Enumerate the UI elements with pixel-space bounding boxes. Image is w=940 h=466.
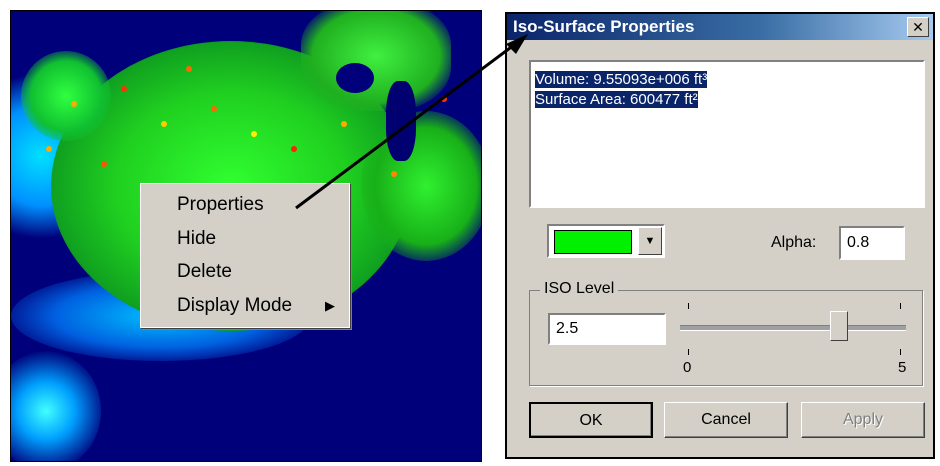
iso-surface-left [21, 51, 111, 141]
slider-tick [688, 303, 689, 309]
color-swatch [554, 230, 632, 254]
iso-level-input[interactable]: 2.5 [548, 313, 666, 345]
iso-surface-top [301, 11, 451, 111]
slider-tick [688, 349, 689, 355]
marker-dot [291, 146, 297, 152]
marker-dot [341, 121, 347, 127]
marker-dot [251, 131, 257, 137]
slider-min-label: 0 [683, 359, 692, 376]
submenu-arrow-icon: ▶ [325, 298, 335, 313]
info-volume: Volume: 9.55093e+006 ft³ [535, 71, 708, 88]
alpha-label: Alpha: [771, 234, 817, 251]
marker-dot [211, 106, 217, 112]
marker-dot [161, 121, 167, 127]
menu-item-hide[interactable]: Hide [177, 224, 347, 254]
iso-surface-right [361, 111, 481, 261]
slider-tick [900, 349, 901, 355]
iso-surface-dialog: Iso-Surface Properties ✕ Volume: 9.55093… [505, 12, 935, 459]
marker-dot [121, 86, 127, 92]
iso-level-label: ISO Level [540, 280, 619, 298]
menu-item-delete[interactable]: Delete [177, 257, 347, 287]
hole-dark [336, 63, 374, 93]
context-menu: Properties Hide Delete Display Mode ▶ [140, 183, 350, 328]
info-surface-area: Surface Area: 600477 ft² [535, 91, 698, 108]
iso-level-group: ISO Level 2.5 0 5 [529, 280, 923, 386]
marker-dot [101, 161, 107, 167]
ok-button[interactable]: OK [529, 402, 653, 438]
menu-item-properties[interactable]: Properties [177, 190, 347, 220]
marker-dot [441, 96, 447, 102]
chevron-down-icon[interactable]: ▼ [638, 227, 662, 255]
slider-tick [900, 303, 901, 309]
cancel-button[interactable]: Cancel [664, 402, 788, 438]
menu-item-display-mode[interactable]: Display Mode ▶ [177, 291, 347, 321]
marker-dot [71, 101, 77, 107]
apply-button[interactable]: Apply [801, 402, 925, 438]
iso-slider-track[interactable] [680, 325, 906, 331]
hole-dark-2 [386, 81, 416, 161]
slider-max-label: 5 [898, 359, 907, 376]
color-picker[interactable]: ▼ [547, 224, 665, 258]
title-bar[interactable]: Iso-Surface Properties ✕ [507, 14, 933, 40]
glow-bottom-left [11, 351, 101, 461]
marker-dot [46, 146, 52, 152]
iso-slider-thumb[interactable] [830, 311, 848, 341]
close-icon[interactable]: ✕ [907, 17, 929, 37]
alpha-input[interactable]: 0.8 [839, 226, 905, 260]
marker-dot [391, 171, 397, 177]
dialog-title: Iso-Surface Properties [513, 17, 695, 36]
info-textbox[interactable]: Volume: 9.55093e+006 ft³ Surface Area: 6… [529, 60, 925, 208]
marker-dot [186, 66, 192, 72]
